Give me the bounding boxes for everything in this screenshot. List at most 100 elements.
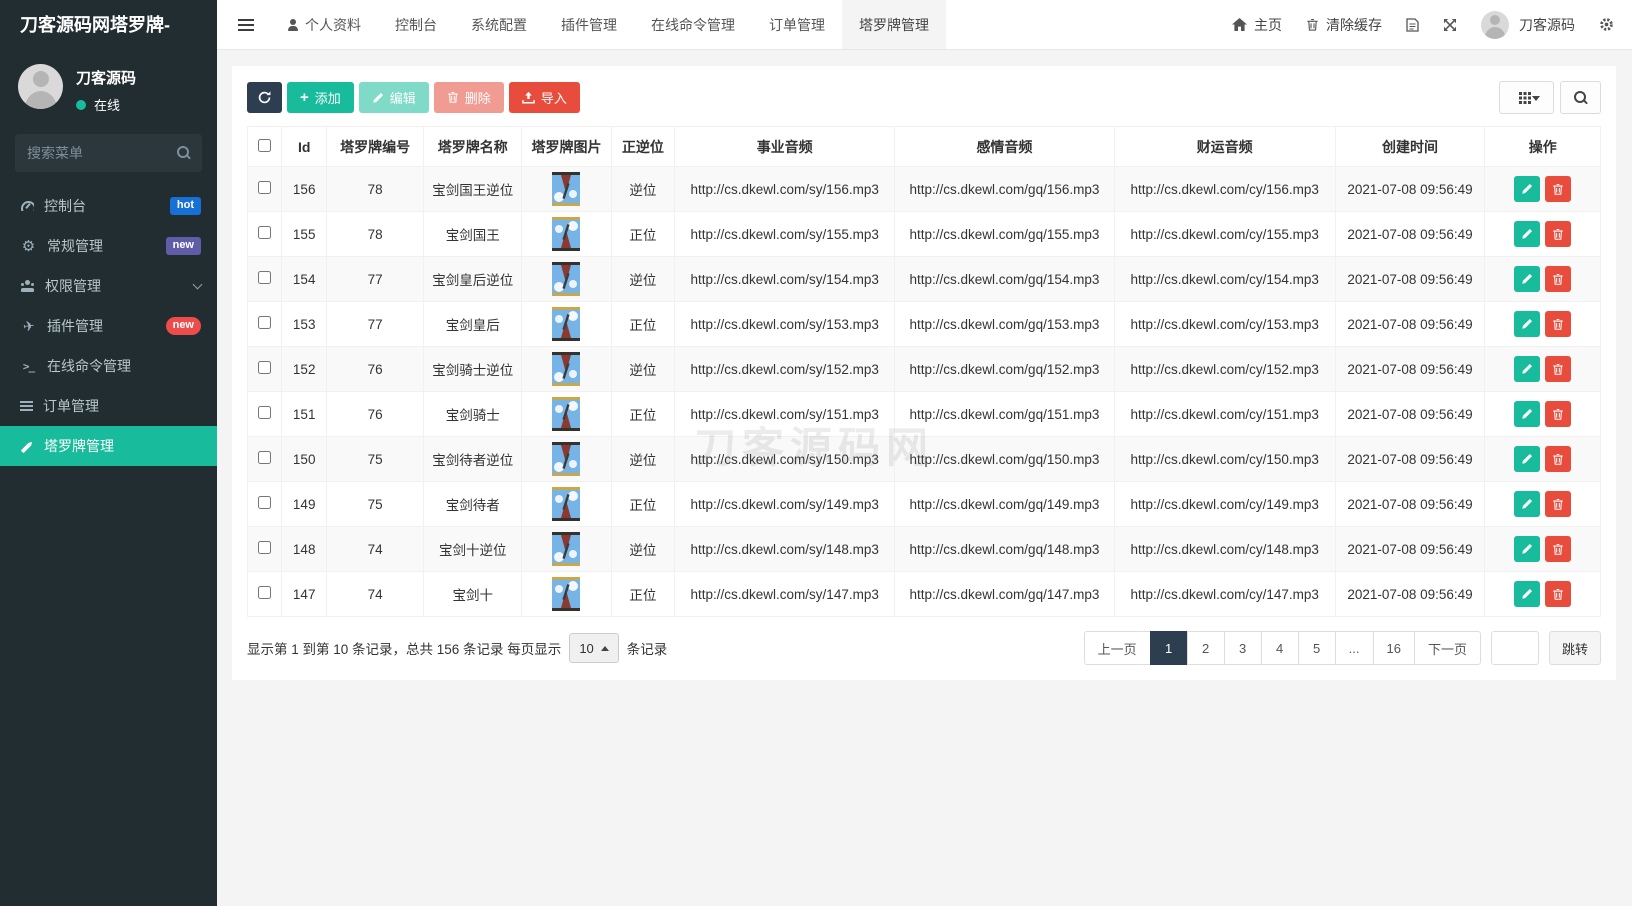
cell-number: 75 <box>326 437 423 482</box>
cell-career-audio: http://cs.dkewl.com/sy/149.mp3 <box>675 482 895 527</box>
cell-id: 155 <box>282 212 327 257</box>
row-edit-button[interactable] <box>1514 221 1540 247</box>
row-edit-button[interactable] <box>1514 356 1540 382</box>
row-checkbox[interactable] <box>258 496 271 509</box>
sidebar-item[interactable]: 权限管理 <box>0 266 217 306</box>
table-search-button[interactable] <box>1560 81 1601 114</box>
page-item[interactable]: 16 <box>1373 631 1415 665</box>
row-checkbox[interactable] <box>258 271 271 284</box>
tarot-card-image[interactable] <box>552 217 580 251</box>
column-header[interactable]: 塔罗牌名称 <box>424 127 522 167</box>
column-header[interactable]: Id <box>282 127 327 167</box>
page-item[interactable]: 1 <box>1150 631 1188 665</box>
table-row: 151 76 宝剑骑士 <box>248 392 1601 437</box>
sidebar-item[interactable]: 订单管理 <box>0 386 217 426</box>
settings-button[interactable] <box>1599 17 1614 32</box>
column-header[interactable]: 正逆位 <box>611 127 675 167</box>
sidebar-toggle-button[interactable] <box>217 0 270 49</box>
row-checkbox[interactable] <box>258 406 271 419</box>
columns-button[interactable] <box>1499 81 1554 114</box>
navbar-user-menu[interactable]: 刀客源码 <box>1481 11 1575 39</box>
page-item[interactable]: ... <box>1335 631 1374 665</box>
table-row: 152 76 宝剑骑士逆位 <box>248 347 1601 392</box>
trash-icon <box>1552 498 1564 511</box>
row-edit-button[interactable] <box>1514 446 1540 472</box>
row-edit-button[interactable] <box>1514 176 1540 202</box>
page-size-select[interactable]: 10 <box>569 633 618 663</box>
row-checkbox[interactable] <box>258 451 271 464</box>
row-checkbox[interactable] <box>258 181 271 194</box>
menu-search-input[interactable] <box>15 134 202 172</box>
column-header[interactable]: 操作 <box>1485 127 1601 167</box>
page-item[interactable]: 5 <box>1298 631 1336 665</box>
nav-tab[interactable]: 个人资料 <box>270 0 378 49</box>
delete-button[interactable]: 删除 <box>434 82 504 113</box>
row-edit-button[interactable] <box>1514 581 1540 607</box>
row-checkbox[interactable] <box>258 541 271 554</box>
jump-button[interactable]: 跳转 <box>1549 631 1601 665</box>
page-next[interactable]: 下一页 <box>1414 631 1481 665</box>
nav-tab[interactable]: 在线命令管理 <box>634 0 752 49</box>
row-delete-button[interactable] <box>1545 446 1571 472</box>
tarot-card-image[interactable] <box>552 307 580 341</box>
sidebar-item[interactable]: 塔罗牌管理 <box>0 426 217 466</box>
column-header[interactable]: 财运音频 <box>1114 127 1335 167</box>
fullscreen-button[interactable] <box>1443 18 1457 32</box>
row-checkbox[interactable] <box>258 586 271 599</box>
row-delete-button[interactable] <box>1545 581 1571 607</box>
sidebar-item[interactable]: 常规管理 new <box>0 226 217 266</box>
user-avatar[interactable] <box>18 64 63 109</box>
page-prev[interactable]: 上一页 <box>1084 631 1151 665</box>
row-checkbox[interactable] <box>258 316 271 329</box>
tarot-card-image[interactable] <box>552 442 580 476</box>
row-edit-button[interactable] <box>1514 536 1540 562</box>
tarot-card-image[interactable] <box>552 532 580 566</box>
column-header[interactable]: 事业音频 <box>675 127 895 167</box>
nav-tab[interactable]: 订单管理 <box>752 0 842 49</box>
row-checkbox[interactable] <box>258 226 271 239</box>
row-delete-button[interactable] <box>1545 221 1571 247</box>
tarot-card-image[interactable] <box>552 577 580 611</box>
page-item[interactable]: 2 <box>1187 631 1225 665</box>
row-edit-button[interactable] <box>1514 311 1540 337</box>
refresh-button[interactable] <box>247 82 282 113</box>
nav-tab[interactable]: 插件管理 <box>544 0 634 49</box>
import-button[interactable]: 导入 <box>509 82 580 113</box>
select-all-checkbox[interactable] <box>258 139 271 152</box>
column-header[interactable]: 创建时间 <box>1335 127 1485 167</box>
sidebar-item[interactable]: 控制台 hot <box>0 186 217 226</box>
home-link[interactable]: 主页 <box>1232 15 1282 35</box>
tarot-card-image[interactable] <box>552 262 580 296</box>
tarot-card-image[interactable] <box>552 487 580 521</box>
tarot-card-image[interactable] <box>552 397 580 431</box>
row-edit-button[interactable] <box>1514 266 1540 292</box>
row-delete-button[interactable] <box>1545 311 1571 337</box>
row-delete-button[interactable] <box>1545 176 1571 202</box>
edit-button[interactable]: 编辑 <box>359 82 429 113</box>
row-edit-button[interactable] <box>1514 401 1540 427</box>
row-delete-button[interactable] <box>1545 536 1571 562</box>
page-item[interactable]: 3 <box>1224 631 1262 665</box>
row-delete-button[interactable] <box>1545 266 1571 292</box>
column-header[interactable]: 塔罗牌编号 <box>326 127 423 167</box>
nav-tab[interactable]: 系统配置 <box>454 0 544 49</box>
column-header[interactable]: 塔罗牌图片 <box>522 127 611 167</box>
page-item[interactable]: 4 <box>1261 631 1299 665</box>
row-delete-button[interactable] <box>1545 401 1571 427</box>
row-checkbox[interactable] <box>258 361 271 374</box>
tarot-card-image[interactable] <box>552 352 580 386</box>
sidebar-item[interactable]: 在线命令管理 <box>0 346 217 386</box>
cell-wealth-audio: http://cs.dkewl.com/cy/155.mp3 <box>1114 212 1335 257</box>
nav-tab[interactable]: 控制台 <box>378 0 454 49</box>
row-delete-button[interactable] <box>1545 356 1571 382</box>
document-button[interactable] <box>1406 18 1419 32</box>
clear-cache-link[interactable]: 清除缓存 <box>1306 15 1382 35</box>
row-delete-button[interactable] <box>1545 491 1571 517</box>
row-edit-button[interactable] <box>1514 491 1540 517</box>
sidebar-item[interactable]: 插件管理 new <box>0 306 217 346</box>
jump-page-input[interactable] <box>1491 631 1539 665</box>
nav-tab[interactable]: 塔罗牌管理 <box>842 0 946 49</box>
tarot-card-image[interactable] <box>552 172 580 206</box>
column-header[interactable]: 感情音频 <box>895 127 1115 167</box>
add-button[interactable]: 添加 <box>287 82 354 113</box>
